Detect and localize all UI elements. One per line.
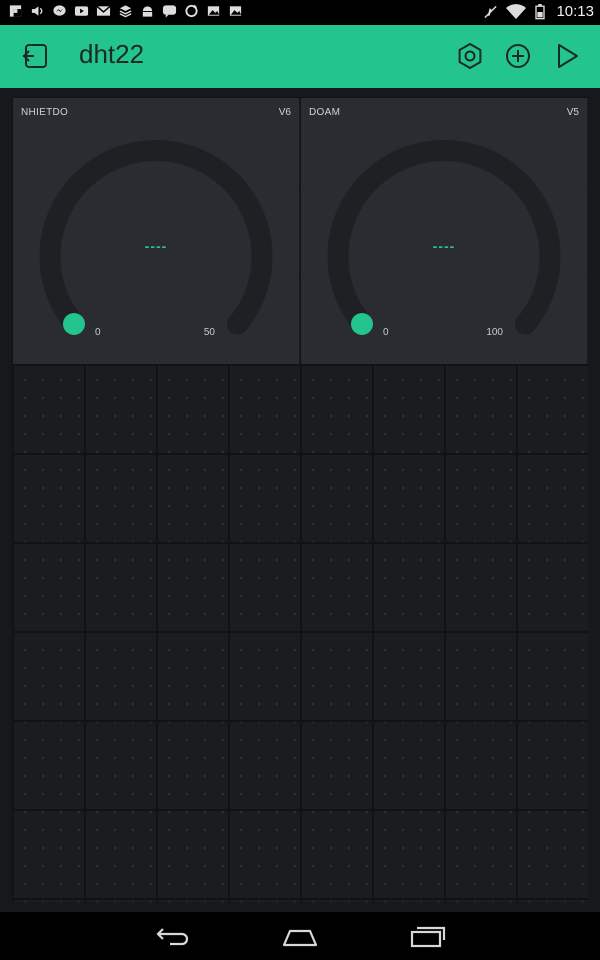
- settings-icon[interactable]: [455, 41, 485, 71]
- gauge-max: 100: [486, 327, 503, 338]
- recents-icon[interactable]: [408, 922, 448, 950]
- refresh-icon: [185, 4, 198, 18]
- gauge-min: 0: [383, 327, 389, 338]
- gauge-widget-nhietdo[interactable]: NHIETDO V6 ---- 0 50: [13, 98, 299, 364]
- messenger-icon: [53, 5, 66, 16]
- layers-icon: [119, 5, 132, 18]
- gallery-icon: [229, 6, 242, 16]
- add-widget-icon[interactable]: [503, 41, 533, 71]
- android-icon: [142, 6, 153, 17]
- mute-icon: [484, 5, 498, 18]
- gallery-icon: [207, 6, 220, 16]
- project-title: dht22: [79, 39, 145, 69]
- gauge-max: 50: [203, 327, 215, 338]
- status-time: 10:13: [556, 3, 594, 20]
- widget-pin: V5: [566, 107, 579, 118]
- youtube-icon: [74, 6, 89, 16]
- system-icons: 10:13: [483, 3, 594, 20]
- widget-label: DOAM: [309, 107, 341, 118]
- status-bar: 10:13: [0, 0, 600, 25]
- battery-icon: [535, 3, 546, 19]
- gauge-indicator: [63, 313, 85, 335]
- gauge-value: ----: [432, 238, 456, 254]
- notification-icons: [8, 3, 243, 19]
- back-icon[interactable]: [152, 922, 192, 950]
- flipboard-icon: [9, 5, 22, 17]
- gauge-dial: [39, 140, 273, 335]
- navigation-bar: [0, 912, 600, 960]
- widget-label: NHIETDO: [21, 107, 69, 118]
- gauge-indicator: [351, 313, 373, 335]
- volume-icon: [31, 6, 43, 16]
- gauge-widget-doam[interactable]: DOAM V5 ---- 0 100: [301, 98, 587, 364]
- widget-pin: V6: [278, 107, 291, 118]
- gmail-icon: [96, 5, 111, 16]
- gauge-min: 0: [95, 327, 101, 338]
- app-bar: dht22: [0, 25, 600, 88]
- wifi-icon: [506, 3, 527, 19]
- gauge-dial: [327, 140, 561, 335]
- gauge-value: ----: [144, 238, 168, 254]
- home-icon[interactable]: [280, 922, 320, 950]
- chat-icon: [162, 5, 177, 18]
- exit-project-icon[interactable]: [20, 40, 52, 72]
- play-icon[interactable]: [552, 41, 582, 71]
